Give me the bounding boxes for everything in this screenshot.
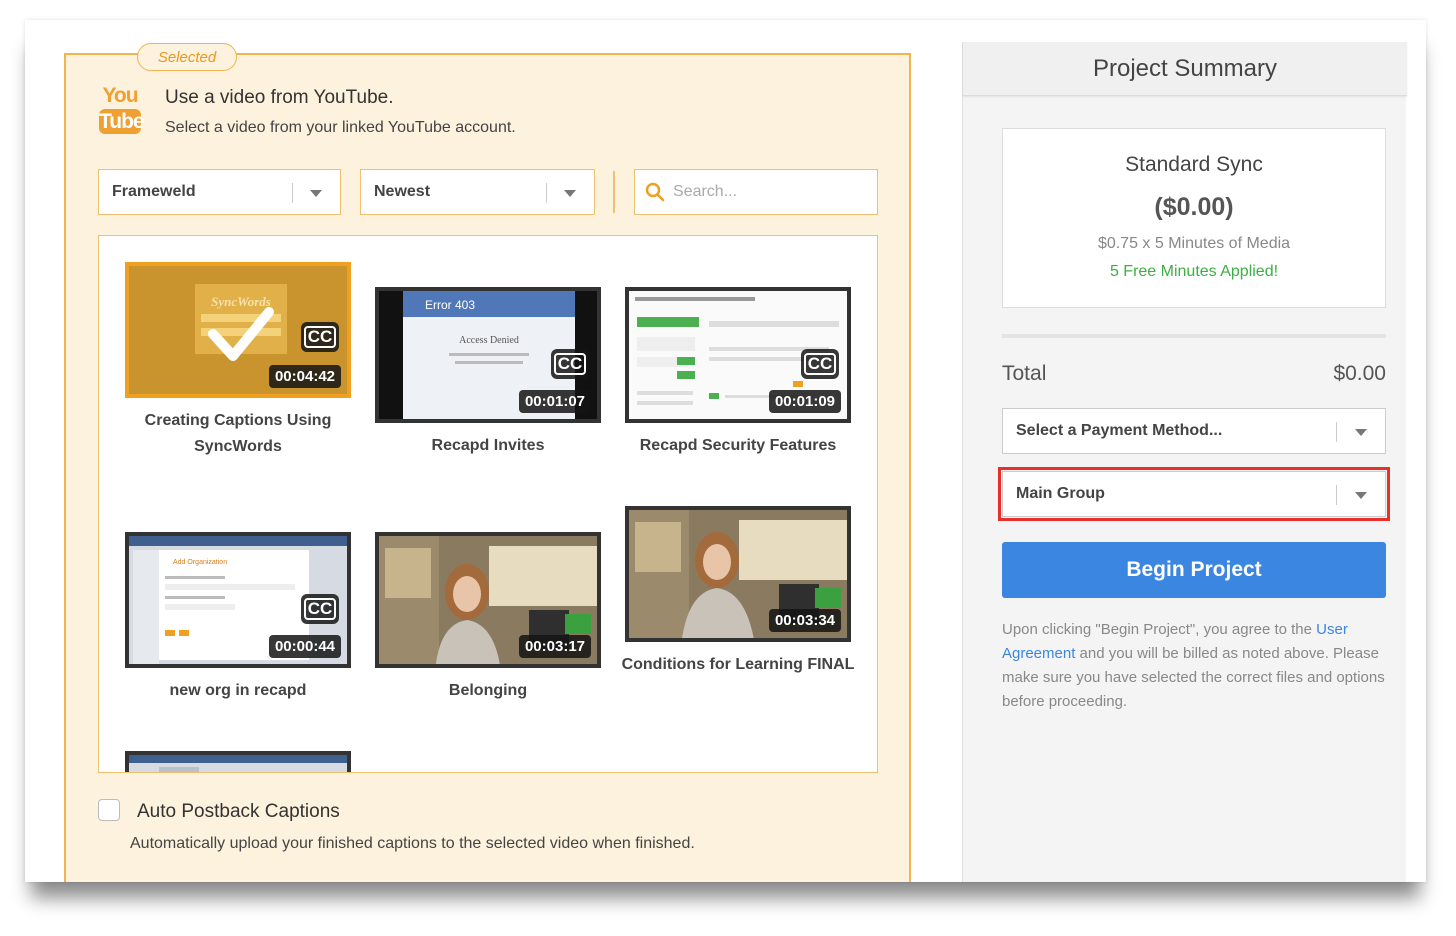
auto-postback-description: Automatically upload your finished capti… [130, 835, 695, 852]
video-duration: 00:03:17 [518, 635, 591, 658]
thumbnail-text: SyncWords [211, 294, 271, 309]
app-window: Selected You Tube Use a video from YouTu… [25, 20, 1426, 882]
chevron-down-icon [310, 190, 322, 197]
total-label: Total [1002, 362, 1047, 385]
video-duration: 00:01:07 [518, 390, 591, 413]
video-title[interactable]: Belonging [355, 678, 621, 704]
toolbar-divider [613, 171, 615, 213]
dropdown-separator [546, 183, 547, 203]
video-title[interactable]: Conditions for Learning FINAL [605, 652, 871, 678]
selected-badge: Selected [137, 43, 237, 71]
account-dropdown-value: Frameweld [112, 183, 196, 200]
plan-name: Standard Sync [1125, 153, 1263, 176]
video-grid[interactable]: SyncWords CC 00:04:42 Creating Captions … [98, 235, 878, 773]
total-value: $0.00 [1333, 362, 1386, 385]
project-summary-panel: Project Summary Standard Sync ($0.00) $0… [962, 42, 1407, 882]
payment-method-value: Select a Payment Method... [1016, 422, 1223, 439]
thumbnail-text: Error 403 [425, 298, 475, 312]
video-duration: 00:01:09 [768, 390, 841, 413]
legal-text-pre: Upon clicking "Begin Project", you agree… [1002, 621, 1317, 638]
sort-dropdown[interactable]: Newest [360, 169, 595, 215]
payment-method-dropdown[interactable]: Select a Payment Method... [1002, 408, 1386, 454]
video-thumbnail[interactable]: Error 403 Access Denied CC 00:01:07 [375, 287, 601, 423]
source-title: Use a video from YouTube. [165, 87, 394, 108]
thumbnail-subtext: Access Denied [459, 335, 519, 346]
youtube-logo-tube: Tube [99, 109, 145, 134]
source-subtitle: Select a video from your linked YouTube … [165, 119, 516, 136]
sort-dropdown-value: Newest [374, 183, 431, 200]
summary-divider [1002, 334, 1386, 338]
plan-price: ($0.00) [1154, 193, 1234, 221]
account-dropdown[interactable]: Frameweld [98, 169, 341, 215]
chevron-down-icon [1355, 492, 1367, 499]
video-thumbnail[interactable]: 00:03:34 [625, 506, 851, 642]
video-duration: 00:04:42 [268, 365, 341, 388]
video-title[interactable]: new org in recapd [105, 678, 371, 704]
chevron-down-icon [1355, 429, 1367, 436]
youtube-source-panel[interactable]: Selected You Tube Use a video from YouTu… [64, 43, 911, 882]
video-title[interactable]: Recapd Invites [355, 433, 621, 459]
search-box[interactable] [634, 169, 878, 215]
project-summary-header: Project Summary [963, 42, 1407, 96]
group-dropdown[interactable]: Main Group [1002, 471, 1386, 517]
thumbnail-text: Add Organization [173, 559, 227, 566]
closed-captions-icon: CC [301, 322, 339, 352]
legal-notice: Upon clicking "Begin Project", you agree… [1002, 618, 1386, 714]
video-thumbnail[interactable]: Add Organization CC 00:00:44 [125, 532, 351, 668]
thumbnail-image [129, 755, 347, 772]
closed-captions-icon: CC [551, 349, 589, 379]
youtube-logo-icon: You Tube [99, 84, 145, 135]
video-duration: 00:00:44 [268, 635, 341, 658]
begin-project-button[interactable]: Begin Project [1002, 542, 1386, 598]
dropdown-separator [1336, 422, 1337, 442]
dropdown-separator [292, 183, 293, 203]
video-thumbnail[interactable]: 00:03:17 [375, 532, 601, 668]
auto-postback-checkbox[interactable] [98, 799, 120, 821]
video-title[interactable]: Recapd Security Features [605, 433, 871, 459]
search-input[interactable] [673, 183, 863, 201]
video-thumbnail[interactable]: CC 00:01:09 [625, 287, 851, 423]
video-duration: 00:03:34 [768, 609, 841, 632]
search-icon [645, 182, 665, 202]
chevron-down-icon [564, 190, 576, 197]
video-thumbnail[interactable]: SyncWords CC 00:04:42 [125, 262, 351, 398]
video-thumbnail[interactable] [125, 751, 351, 772]
dropdown-separator [1336, 485, 1337, 505]
plan-rate: $0.75 x 5 Minutes of Media [1097, 235, 1291, 252]
youtube-logo-you: You [102, 84, 138, 107]
closed-captions-icon: CC [801, 349, 839, 379]
auto-postback-label[interactable]: Auto Postback Captions [137, 801, 340, 823]
plan-free-minutes: 5 Free Minutes Applied! [1109, 263, 1279, 280]
group-dropdown-value: Main Group [1016, 485, 1105, 502]
closed-captions-icon: CC [301, 594, 339, 624]
plan-card: Standard Sync ($0.00) $0.75 x 5 Minutes … [1002, 128, 1386, 308]
video-title[interactable]: Creating Captions Using SyncWords [105, 408, 371, 460]
